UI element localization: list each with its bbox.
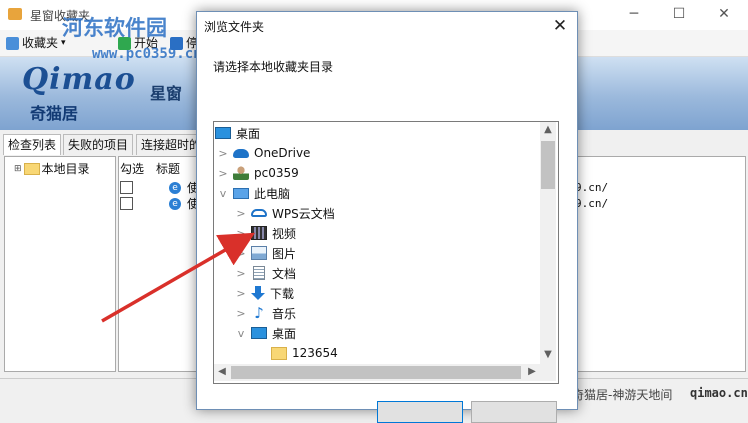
tree-item-wps-cloud[interactable]: > WPS云文档 <box>235 203 335 223</box>
column-title[interactable]: 标题 <box>156 160 180 177</box>
expand-icon[interactable]: ⊞ <box>14 164 22 174</box>
chevron-right-icon[interactable]: > <box>217 167 229 180</box>
folder-icon <box>23 162 40 175</box>
tree-root-label: 本地目录 <box>41 162 90 176</box>
banner-slogan: 星窗 <box>150 84 183 103</box>
chevron-right-icon[interactable]: > <box>217 147 229 160</box>
chevron-right-icon[interactable]: > <box>235 207 247 220</box>
row-checkbox[interactable] <box>120 181 133 194</box>
tree-item-label: 音乐 <box>272 306 297 321</box>
tree-item-label: OneDrive <box>254 146 311 160</box>
watermark-title: 河东软件园 <box>62 16 167 40</box>
list-header: 勾选 标题 <box>120 160 180 177</box>
dialog-prompt: 请选择本地收藏夹目录 <box>213 60 334 74</box>
scroll-left-arrow-icon[interactable]: ◀ <box>214 364 230 380</box>
minimize-icon[interactable]: ─ <box>626 6 642 22</box>
tree-item-documents[interactable]: > 文档 <box>235 263 296 283</box>
tree-item-label: 桌面 <box>272 326 297 341</box>
local-tree-pane <box>4 156 116 372</box>
favorites-button[interactable]: 收藏夹 ▾ <box>6 34 66 52</box>
tree-item-desktop-sub[interactable]: v 桌面 <box>235 323 296 343</box>
desktop-icon <box>215 127 231 139</box>
documents-icon <box>253 266 265 280</box>
tree-item-desktop[interactable]: 桌面 <box>215 123 260 143</box>
chevron-right-icon[interactable]: > <box>235 227 247 240</box>
app-icon <box>8 8 22 20</box>
folder-icon <box>271 346 287 360</box>
chevron-right-icon[interactable]: > <box>235 267 247 280</box>
row-url: 9.cn/ <box>575 181 609 194</box>
ie-icon: e <box>169 197 181 210</box>
close-icon[interactable]: ✕ <box>716 6 732 22</box>
cancel-button[interactable] <box>471 401 557 423</box>
tree-item-label: 下载 <box>270 286 295 301</box>
tree-item-downloads[interactable]: > 下载 <box>235 283 294 303</box>
brand-logo-text: Qimao <box>22 62 136 97</box>
favorites-icon <box>6 36 19 50</box>
chevron-down-icon[interactable]: v <box>235 327 247 340</box>
music-icon: ♪ <box>254 304 264 322</box>
chevron-right-icon[interactable]: > <box>235 307 247 320</box>
scroll-up-arrow-icon[interactable]: ▲ <box>540 122 556 138</box>
column-check[interactable]: 勾选 <box>120 160 144 177</box>
scroll-down-arrow-icon[interactable]: ▼ <box>540 347 556 363</box>
horizontal-scroll-thumb[interactable] <box>231 366 521 379</box>
row-url: 9.cn/ <box>575 197 609 210</box>
folder-tree: 桌面 > OneDrive > pc0359 v 此电脑 > WPS云文档 > … <box>213 121 559 384</box>
tree-item-folder-123654[interactable]: 123654 <box>271 343 338 363</box>
watermark-url: www.pc0359.cn <box>92 46 202 62</box>
ie-icon: e <box>169 181 181 194</box>
tab-check-list[interactable]: 检查列表 <box>3 134 62 155</box>
dialog-close-icon[interactable]: ✕ <box>550 16 570 36</box>
cloud-docs-icon <box>251 209 267 217</box>
dialog-title: 浏览文件夹 <box>204 20 265 34</box>
tree-item-label: 视频 <box>272 226 297 241</box>
video-icon <box>251 226 267 240</box>
tree-item-label: 123654 <box>292 346 338 360</box>
maximize-icon[interactable]: ☐ <box>671 6 687 22</box>
desktop-icon <box>251 327 267 339</box>
tree-item-pictures[interactable]: > 图片 <box>235 243 296 263</box>
tree-item-label: 此电脑 <box>254 186 291 201</box>
tree-item-pc0359[interactable]: > pc0359 <box>217 163 299 183</box>
tree-item-onedrive[interactable]: > OneDrive <box>217 143 310 163</box>
tree-item-label: 文档 <box>272 266 297 281</box>
user-folder-icon <box>233 166 249 180</box>
chevron-down-icon[interactable]: v <box>217 187 229 200</box>
tab-failed-items[interactable]: 失败的项目 <box>63 134 134 155</box>
download-icon <box>251 286 265 300</box>
tree-item-videos[interactable]: > 视频 <box>235 223 296 243</box>
tree-item-music[interactable]: > ♪ 音乐 <box>235 303 296 323</box>
tree-item-label: pc0359 <box>254 166 299 180</box>
status-text: 奇猫居-神游天地间 <box>572 388 673 402</box>
computer-icon <box>233 187 249 199</box>
tree-item-label: WPS云文档 <box>272 206 335 221</box>
tree-item-label: 图片 <box>272 246 297 261</box>
favorites-label: 收藏夹 <box>22 36 59 50</box>
onedrive-cloud-icon <box>233 148 249 158</box>
tree-item-this-pc[interactable]: v 此电脑 <box>217 183 290 203</box>
chevron-right-icon[interactable]: > <box>235 287 247 300</box>
scrollbar-corner <box>540 364 556 381</box>
pictures-icon <box>251 246 267 260</box>
tree-item-label: 桌面 <box>236 126 261 141</box>
ok-button[interactable] <box>377 401 463 423</box>
vertical-scroll-thumb[interactable] <box>541 141 555 189</box>
scroll-right-arrow-icon[interactable]: ▶ <box>524 364 540 380</box>
brand-name: 奇猫居 <box>30 104 79 123</box>
row-checkbox[interactable] <box>120 197 133 210</box>
status-logo: qimao.cn <box>690 386 748 400</box>
tree-item-local-directory[interactable]: ⊞ 本地目录 <box>14 160 90 177</box>
chevron-right-icon[interactable]: > <box>235 247 247 260</box>
